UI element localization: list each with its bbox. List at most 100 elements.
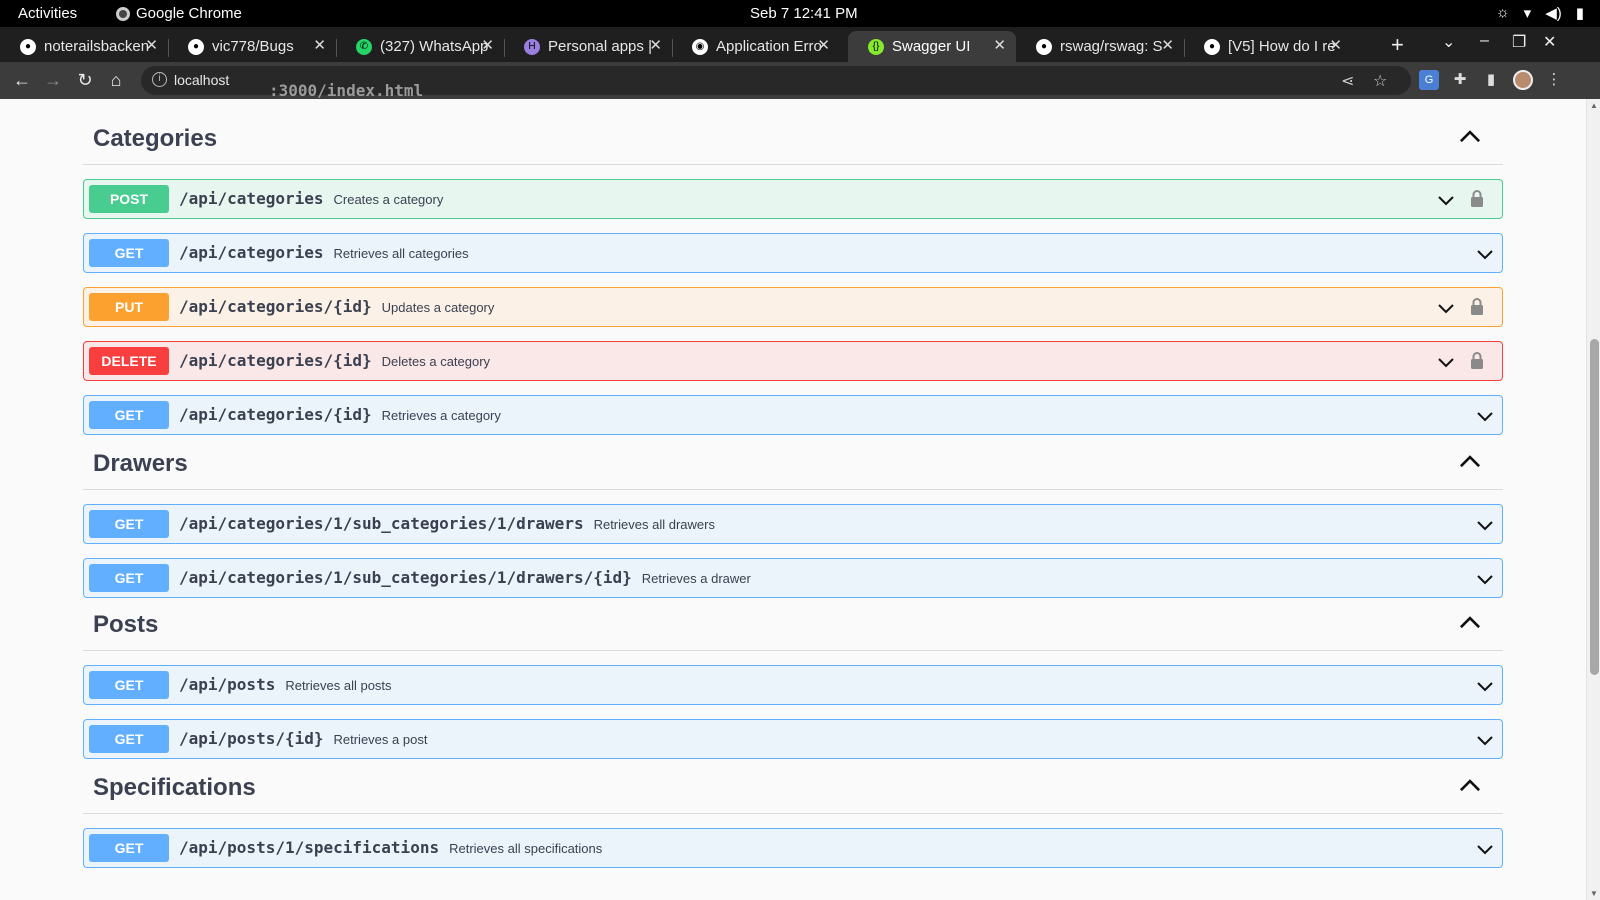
share-icon[interactable]: ⋖ — [1341, 71, 1354, 91]
browser-tab[interactable]: ◉ Application Erro ✕ — [672, 31, 840, 62]
operation-get[interactable]: GET/api/posts/1/specifications Retrieves … — [83, 828, 1503, 868]
operation-path-container[interactable]: /api/posts/{id} Retrieves a post — [179, 729, 427, 748]
browser-tab[interactable]: ✆ (327) WhatsApp ✕ — [336, 31, 504, 62]
new-tab-button[interactable]: + — [1391, 32, 1404, 58]
browser-tab[interactable]: ● [V5] How do I re ✕ — [1184, 31, 1352, 62]
tag-header[interactable]: Posts — [83, 599, 1503, 651]
tag-section-categories: Categories POST/api/categories Creates a c… — [83, 113, 1503, 435]
chevron-down-icon[interactable] — [1475, 406, 1495, 426]
bookmark-star-icon[interactable]: ☆ — [1373, 71, 1387, 91]
tab-title: vic778/Bugs — [212, 38, 294, 55]
close-tab-icon[interactable]: ✕ — [649, 36, 662, 54]
operation-delete[interactable]: DELETE/api/categories/{id} Deletes a cate… — [83, 341, 1503, 381]
activities-button[interactable]: Activities — [18, 5, 77, 22]
browser-tab[interactable]: ● vic778/Bugs ✕ — [168, 31, 336, 62]
browser-tab[interactable]: H Personal apps | ✕ — [504, 31, 672, 62]
operation-get[interactable]: GET/api/posts Retrieves all posts — [83, 665, 1503, 705]
system-top-bar: Activities Google Chrome Seb 7 12:41 PM … — [0, 0, 1600, 27]
tag-header[interactable]: Drawers — [83, 438, 1503, 490]
operation-path-container[interactable]: /api/categories/{id} Updates a category — [179, 297, 494, 316]
minimize-icon[interactable]: – — [1480, 32, 1489, 50]
operation-path-container[interactable]: /api/categories Retrieves all categories — [179, 243, 469, 262]
operation-put[interactable]: PUT/api/categories/{id} Updates a categor… — [83, 287, 1503, 327]
chevron-up-icon[interactable] — [1457, 772, 1483, 798]
operation-get[interactable]: GET/api/categories/1/sub_categories/1/dr… — [83, 504, 1503, 544]
profile-avatar[interactable] — [1513, 70, 1533, 90]
lock-icon[interactable] — [1470, 298, 1484, 316]
chevron-down-icon[interactable] — [1475, 244, 1495, 264]
close-tab-icon[interactable]: ✕ — [817, 36, 830, 54]
translate-extension-icon[interactable]: G — [1419, 70, 1439, 90]
chevron-down-icon[interactable] — [1475, 515, 1495, 535]
scrollbar-thumb[interactable] — [1590, 339, 1599, 675]
operation-path-container[interactable]: /api/categories/{id} Deletes a category — [179, 351, 490, 370]
chevron-down-icon[interactable] — [1436, 298, 1456, 318]
system-tray[interactable]: ☼ ▾ ◀) ▮ — [1496, 4, 1584, 22]
restore-icon[interactable]: ❐ — [1512, 32, 1526, 52]
tag-title[interactable]: Posts — [93, 611, 158, 639]
chrome-menu-icon[interactable]: ⋮ — [1544, 70, 1564, 90]
address-bar[interactable]: i localhost:3000/index.html ⋖ ☆ — [141, 66, 1411, 100]
tag-title[interactable]: Drawers — [93, 450, 188, 478]
operation-path-container[interactable]: /api/categories/{id} Retrieves a category — [179, 405, 501, 424]
side-panel-icon[interactable]: ▮ — [1481, 70, 1501, 90]
tag-header[interactable]: Categories — [83, 113, 1503, 165]
tab-search-icon[interactable]: ⌄ — [1442, 32, 1455, 52]
reload-icon[interactable]: ↻ — [73, 68, 97, 92]
chevron-down-icon[interactable] — [1475, 676, 1495, 696]
app-menu[interactable]: Google Chrome — [116, 5, 242, 22]
operation-path: /api/categories — [179, 189, 324, 208]
close-tab-icon[interactable]: ✕ — [993, 36, 1006, 54]
chevron-down-icon[interactable] — [1475, 569, 1495, 589]
extensions-puzzle-icon[interactable]: ✚ — [1450, 70, 1470, 90]
page-scrollbar[interactable]: ▲ ▼ — [1586, 99, 1600, 900]
chevron-up-icon[interactable] — [1457, 123, 1483, 149]
clock[interactable]: Seb 7 12:41 PM — [750, 5, 858, 22]
tag-header[interactable]: Specifications — [83, 762, 1503, 814]
operation-get[interactable]: GET/api/categories/{id} Retrieves a categ… — [83, 395, 1503, 435]
operation-post[interactable]: POST/api/categories Creates a category — [83, 179, 1503, 219]
tab-separator — [336, 39, 337, 57]
close-tab-icon[interactable]: ✕ — [481, 36, 494, 54]
chevron-down-icon[interactable] — [1475, 839, 1495, 859]
lock-icon[interactable] — [1470, 190, 1484, 208]
scroll-down-icon[interactable]: ▼ — [1590, 889, 1598, 898]
github-icon: ● — [188, 38, 204, 55]
browser-tab[interactable]: {} Swagger UI ✕ — [848, 31, 1016, 62]
site-info-icon[interactable]: i — [152, 72, 167, 87]
close-tab-icon[interactable]: ✕ — [1329, 36, 1342, 54]
operation-path-container[interactable]: /api/categories/1/sub_categories/1/drawe… — [179, 568, 751, 587]
chevron-up-icon[interactable] — [1457, 448, 1483, 474]
close-tab-icon[interactable]: ✕ — [1161, 36, 1174, 54]
operation-summary: Retrieves all specifications — [449, 841, 603, 856]
back-icon[interactable]: ← — [10, 68, 34, 92]
close-window-icon[interactable]: ✕ — [1543, 32, 1556, 52]
method-badge: GET — [89, 510, 169, 538]
lock-icon[interactable] — [1470, 352, 1484, 370]
github-icon: ● — [1204, 38, 1220, 55]
operation-path: /api/categories/{id} — [179, 297, 372, 316]
chevron-down-icon[interactable] — [1475, 730, 1495, 750]
operation-path-container[interactable]: /api/categories/1/sub_categories/1/drawe… — [179, 514, 715, 533]
operation-path-container[interactable]: /api/posts Retrieves all posts — [179, 675, 392, 694]
home-icon[interactable]: ⌂ — [104, 68, 128, 92]
chevron-down-icon[interactable] — [1436, 352, 1456, 372]
chevron-down-icon[interactable] — [1436, 190, 1456, 210]
forward-icon[interactable]: → — [41, 68, 65, 92]
tag-title[interactable]: Specifications — [93, 774, 256, 802]
scroll-up-icon[interactable]: ▲ — [1590, 101, 1598, 110]
tag-title[interactable]: Categories — [93, 125, 217, 153]
close-tab-icon[interactable]: ✕ — [313, 36, 326, 54]
tab-separator — [168, 39, 169, 57]
operation-get[interactable]: GET/api/categories Retrieves all categori… — [83, 233, 1503, 273]
operation-path-container[interactable]: /api/posts/1/specifications Retrieves all… — [179, 838, 602, 857]
browser-tab[interactable]: ● rswag/rswag: S ✕ — [1016, 31, 1184, 62]
operation-get[interactable]: GET/api/categories/1/sub_categories/1/dr… — [83, 558, 1503, 598]
close-tab-icon[interactable]: ✕ — [145, 36, 158, 54]
chevron-up-icon[interactable] — [1457, 609, 1483, 635]
operation-path-container[interactable]: /api/categories Creates a category — [179, 189, 443, 208]
operation-get[interactable]: GET/api/posts/{id} Retrieves a post — [83, 719, 1503, 759]
url-text[interactable]: localhost:3000/index.html — [174, 72, 423, 100]
browser-tab[interactable]: ● noterailsbacken ✕ — [0, 31, 168, 62]
swagger-icon: {} — [868, 38, 884, 55]
